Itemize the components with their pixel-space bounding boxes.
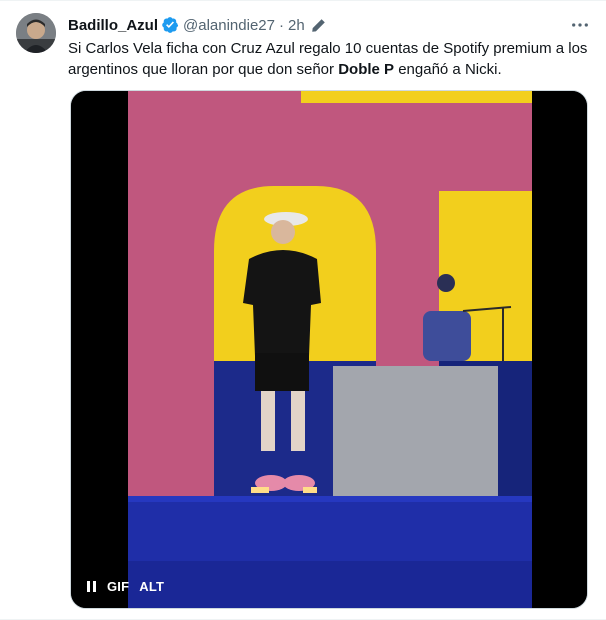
- tweet-header: Badillo_Azul @alanindie27 · 2h: [68, 15, 326, 35]
- verified-badge-icon[interactable]: [161, 16, 179, 34]
- gif-badge: GIF: [107, 579, 130, 594]
- avatar-image: [16, 13, 56, 53]
- pencil-icon[interactable]: [311, 18, 326, 33]
- alt-text-badge[interactable]: ALT: [139, 579, 164, 594]
- display-name[interactable]: Badillo_Azul: [68, 17, 158, 34]
- avatar[interactable]: [16, 13, 56, 53]
- gif-controls: GIF ALT: [85, 579, 164, 594]
- gif-frame: [71, 91, 587, 608]
- pause-icon[interactable]: [85, 580, 97, 594]
- tweet-card[interactable]: Badillo_Azul @alanindie27 · 2h Si Carlos…: [0, 0, 606, 620]
- more-horizontal-icon[interactable]: [566, 13, 594, 37]
- tweet-text: Si Carlos Vela ficha con Cruz Azul regal…: [68, 38, 598, 80]
- separator-dot: ·: [278, 16, 284, 34]
- tweet-text-part2: engañó a Nicki.: [394, 61, 502, 78]
- tweet-text-part1: Si Carlos Vela ficha con Cruz Azul regal…: [68, 40, 588, 78]
- tweet-text-bold: Doble P: [338, 61, 395, 78]
- gif-media[interactable]: GIF ALT: [70, 90, 588, 609]
- timestamp[interactable]: 2h: [288, 17, 305, 34]
- user-handle[interactable]: @alanindie27: [183, 17, 275, 34]
